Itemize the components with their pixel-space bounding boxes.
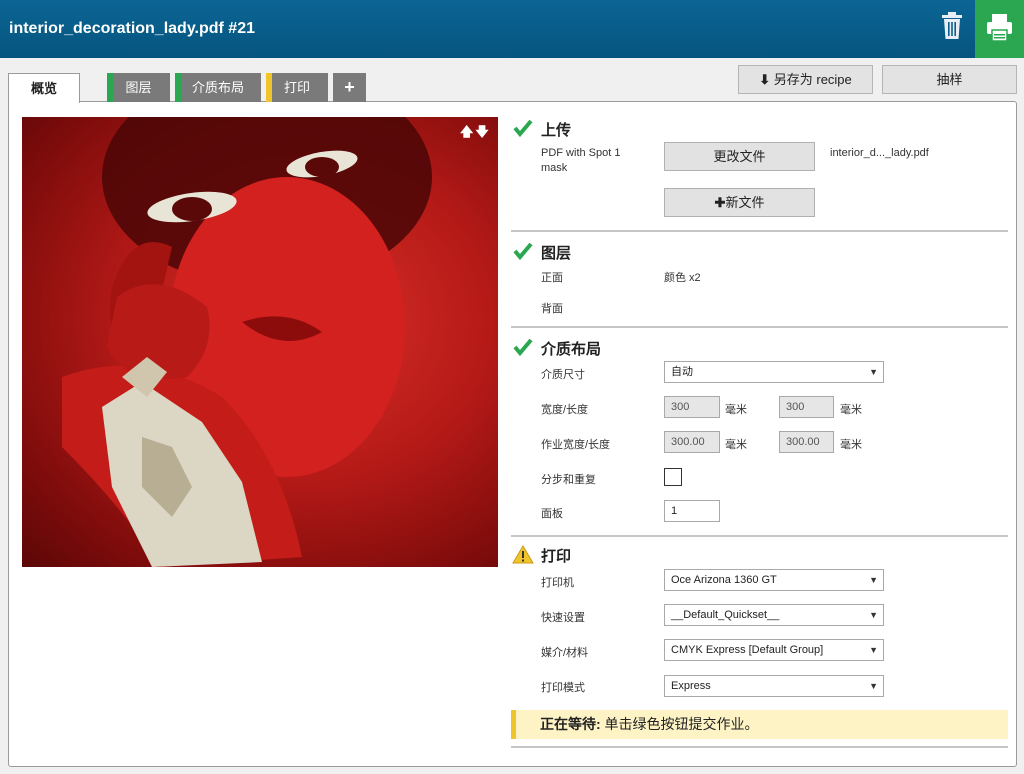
tab-layers[interactable]: 图层 bbox=[107, 73, 170, 102]
chevron-down-icon: ▼ bbox=[869, 645, 878, 655]
tab-print[interactable]: 打印 bbox=[266, 73, 328, 102]
quickset-select[interactable]: __Default_Quickset__ ▼ bbox=[664, 604, 884, 626]
section-divider bbox=[511, 326, 1008, 328]
front-label: 正面 bbox=[541, 272, 563, 284]
chevron-down-icon: ▼ bbox=[869, 367, 878, 377]
upload-title: 上传 bbox=[541, 122, 572, 139]
reorder-arrows-icon[interactable]: 🡅🡇 bbox=[460, 123, 491, 145]
print-mode-select[interactable]: Express ▼ bbox=[664, 675, 884, 697]
check-icon bbox=[513, 242, 533, 260]
preview-image bbox=[22, 117, 498, 567]
print-button[interactable] bbox=[975, 0, 1024, 58]
job-length-input[interactable]: 300.00 bbox=[779, 431, 834, 453]
file-type-label: PDF with Spot 1 bbox=[541, 147, 621, 159]
media-size-value: 自动 bbox=[671, 366, 693, 378]
file-name: interior_d..._lady.pdf bbox=[830, 147, 929, 159]
check-icon bbox=[513, 119, 533, 137]
unit-label: 毫米 bbox=[725, 439, 747, 451]
media-size-label: 介质尺寸 bbox=[541, 369, 585, 381]
trash-icon bbox=[942, 12, 962, 39]
app-header: interior_decoration_lady.pdf #21 bbox=[0, 0, 1024, 58]
tab-media-layout[interactable]: 介质布局 bbox=[175, 73, 261, 102]
new-file-label: 新文件 bbox=[725, 195, 765, 210]
portrait-illustration bbox=[62, 117, 432, 567]
warning-icon bbox=[512, 545, 534, 564]
chevron-down-icon: ▼ bbox=[869, 610, 878, 620]
quickset-value: __Default_Quickset__ bbox=[671, 609, 780, 621]
add-tab-button[interactable]: + bbox=[333, 73, 366, 102]
status-text: 单击绿色按钮提交作业。 bbox=[600, 716, 759, 732]
delete-button[interactable] bbox=[930, 0, 974, 58]
save-as-recipe-button[interactable]: ⬇ 另存为 recipe bbox=[738, 65, 873, 94]
media-material-select[interactable]: CMYK Express [Default Group] ▼ bbox=[664, 639, 884, 661]
tab-status-stripe bbox=[107, 73, 113, 102]
print-mode-value: Express bbox=[671, 680, 711, 692]
printer-value: Oce Arizona 1360 GT bbox=[671, 574, 777, 586]
tab-layers-label: 图层 bbox=[125, 80, 152, 95]
chevron-down-icon: ▼ bbox=[869, 575, 878, 585]
chevron-down-icon: ▼ bbox=[869, 681, 878, 691]
unit-label: 毫米 bbox=[840, 404, 862, 416]
sample-button[interactable]: 抽样 bbox=[882, 65, 1017, 94]
check-icon bbox=[513, 338, 533, 356]
panel-label: 面板 bbox=[541, 508, 563, 520]
job-width-input[interactable]: 300.00 bbox=[664, 431, 720, 453]
download-icon: ⬇ bbox=[759, 72, 771, 87]
new-file-button[interactable]: ✚新文件 bbox=[664, 188, 815, 217]
back-label: 背面 bbox=[541, 303, 563, 315]
tab-media-label: 介质布局 bbox=[191, 80, 244, 95]
job-width-length-label: 作业宽度/长度 bbox=[541, 439, 611, 451]
width-input[interactable]: 300 bbox=[664, 396, 720, 418]
change-file-button[interactable]: 更改文件 bbox=[664, 142, 815, 171]
print-title: 打印 bbox=[541, 548, 572, 565]
page-title: interior_decoration_lady.pdf #21 bbox=[9, 20, 255, 37]
section-divider bbox=[511, 230, 1008, 232]
section-divider bbox=[511, 746, 1008, 748]
width-length-label: 宽度/长度 bbox=[541, 404, 589, 416]
front-value: 颜色 x2 bbox=[664, 272, 701, 284]
tab-status-stripe bbox=[175, 73, 181, 102]
tab-overview[interactable]: 概览 bbox=[8, 73, 80, 103]
media-material-label: 媒介/材料 bbox=[541, 647, 589, 659]
save-as-recipe-label: 另存为 recipe bbox=[773, 72, 852, 87]
plus-icon: ✚ bbox=[714, 195, 726, 210]
unit-label: 毫米 bbox=[840, 439, 862, 451]
unit-label: 毫米 bbox=[725, 404, 747, 416]
layers-title: 图层 bbox=[541, 245, 572, 262]
media-material-value: CMYK Express [Default Group] bbox=[671, 644, 824, 656]
printer-select[interactable]: Oce Arizona 1360 GT ▼ bbox=[664, 569, 884, 591]
print-mode-label: 打印模式 bbox=[541, 682, 585, 694]
panel-input[interactable]: 1 bbox=[664, 500, 720, 522]
quickset-label: 快速设置 bbox=[541, 612, 585, 624]
file-type-label-2: mask bbox=[541, 162, 568, 174]
tab-print-label: 打印 bbox=[283, 80, 310, 95]
section-divider bbox=[511, 535, 1008, 537]
media-size-select[interactable]: 自动 ▼ bbox=[664, 361, 884, 383]
step-repeat-label: 分步和重复 bbox=[541, 474, 596, 486]
tab-status-stripe bbox=[266, 73, 272, 102]
printer-icon bbox=[987, 14, 1012, 42]
status-message: 正在等待: 单击绿色按钮提交作业。 bbox=[511, 710, 1008, 739]
step-repeat-checkbox[interactable] bbox=[664, 468, 682, 486]
length-input[interactable]: 300 bbox=[779, 396, 834, 418]
media-layout-title: 介质布局 bbox=[541, 341, 602, 358]
printer-label: 打印机 bbox=[541, 577, 574, 589]
status-label: 正在等待: bbox=[540, 716, 601, 732]
